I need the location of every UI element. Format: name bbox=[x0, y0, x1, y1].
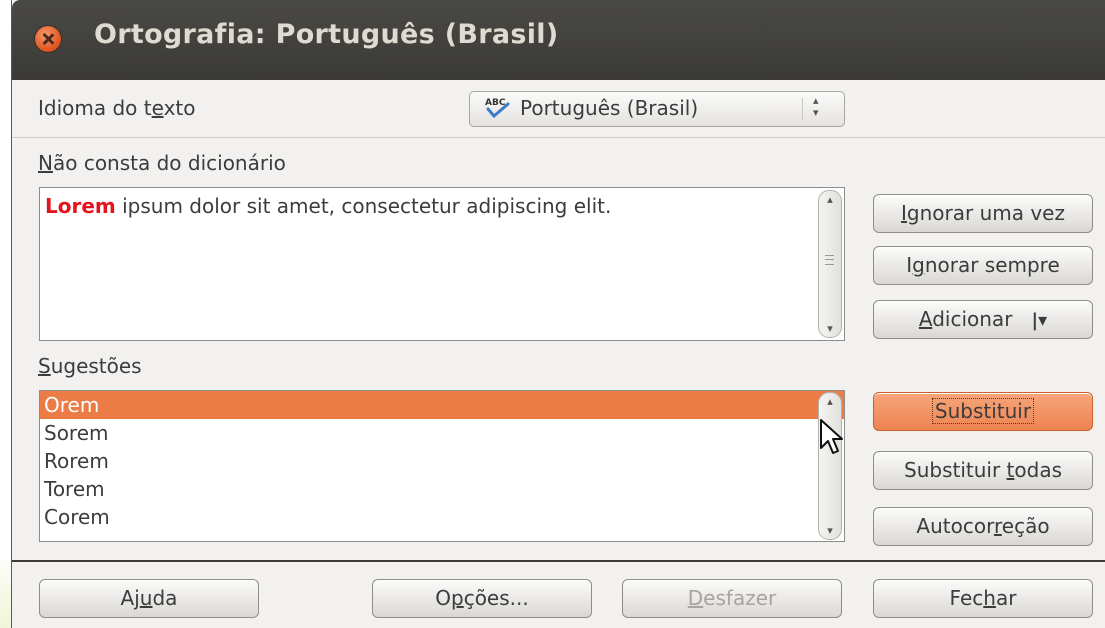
ignore-once-button[interactable]: Ignorar uma vez bbox=[873, 194, 1093, 233]
list-item[interactable]: Orem bbox=[40, 391, 844, 419]
close-button[interactable]: Fechar bbox=[873, 579, 1093, 618]
scroll-down-icon[interactable]: ▾ bbox=[819, 524, 841, 537]
suggestions-list[interactable]: Orem Sorem Rorem Torem Corem bbox=[39, 390, 845, 542]
language-label: Idioma do texto bbox=[38, 96, 196, 120]
textbox-scrollbar[interactable]: ▴ ▾ bbox=[818, 190, 842, 338]
svg-text:ABC: ABC bbox=[485, 98, 506, 108]
list-item[interactable]: Sorem bbox=[40, 419, 844, 447]
scroll-up-icon[interactable]: ▴ bbox=[819, 395, 841, 408]
window-title: Ortografia: Português (Brasil) bbox=[94, 19, 559, 50]
list-item[interactable]: Rorem bbox=[40, 447, 844, 475]
scroll-up-icon[interactable]: ▴ bbox=[819, 193, 841, 206]
options-button[interactable]: Opções... bbox=[372, 579, 592, 618]
spellcheck-dialog: Ortografia: Português (Brasil) Idioma do… bbox=[11, 0, 1105, 628]
not-in-dictionary-label: Não consta do dicionário bbox=[38, 151, 286, 175]
updown-arrows-icon: ▴ ▾ bbox=[813, 94, 819, 119]
language-select[interactable]: ABC Português (Brasil) ▴ ▾ bbox=[469, 91, 845, 127]
suggestions-scrollbar[interactable]: ▴ ▾ bbox=[818, 392, 842, 540]
close-window-icon[interactable] bbox=[35, 26, 61, 52]
language-select-value: Português (Brasil) bbox=[520, 96, 699, 120]
help-button[interactable]: Ajuda bbox=[39, 579, 259, 618]
add-button[interactable]: Adicionar |▾ bbox=[873, 300, 1093, 339]
suggestions-label: Sugestões bbox=[38, 354, 142, 378]
scroll-down-icon[interactable]: ▾ bbox=[819, 322, 841, 335]
replace-button[interactable]: Substituir bbox=[873, 392, 1093, 431]
not-in-dictionary-textbox[interactable]: Lorem ipsum dolor sit amet, consectetur … bbox=[39, 187, 845, 341]
replace-all-button[interactable]: Substituir todas bbox=[873, 451, 1093, 490]
mouse-pointer-icon bbox=[820, 419, 843, 454]
divider bbox=[12, 560, 1105, 562]
list-item[interactable]: Corem bbox=[40, 503, 844, 531]
undo-button[interactable]: Desfazer bbox=[622, 579, 842, 618]
autocorrect-button[interactable]: Autocorreção bbox=[873, 507, 1093, 546]
divider bbox=[12, 137, 1105, 138]
title-bar: Ortografia: Português (Brasil) bbox=[12, 0, 1105, 80]
combo-separator bbox=[802, 98, 803, 120]
abc-spellcheck-icon: ABC bbox=[485, 98, 510, 119]
sentence-text: Lorem ipsum dolor sit amet, consectetur … bbox=[45, 194, 612, 218]
misspelled-word: Lorem bbox=[45, 194, 116, 218]
scroll-grip-icon bbox=[825, 255, 834, 265]
ignore-always-button[interactable]: Ignorar sempre bbox=[873, 246, 1093, 285]
list-item[interactable]: Torem bbox=[40, 475, 844, 503]
